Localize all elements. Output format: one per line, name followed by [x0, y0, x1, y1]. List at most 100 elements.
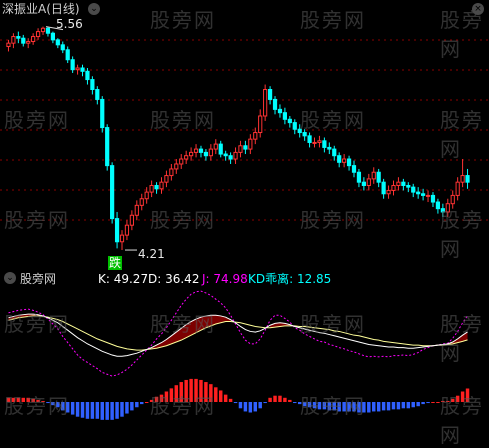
- chevron-down-icon[interactable]: ⌄: [88, 3, 100, 15]
- low-price-label: 4.21: [138, 247, 165, 261]
- candle: [248, 134, 253, 155]
- candle: [184, 150, 189, 164]
- watermark: 股旁网: [150, 394, 216, 418]
- price-chart[interactable]: [0, 0, 489, 268]
- candle: [322, 137, 327, 153]
- candle-body: [169, 168, 174, 177]
- d-line: [8, 315, 468, 351]
- candle-body: [342, 158, 347, 163]
- kd-bar: [115, 402, 119, 419]
- k-value: K: 49.27: [98, 272, 149, 286]
- candle: [154, 182, 159, 194]
- candle: [149, 180, 154, 198]
- kd-bar: [426, 402, 430, 404]
- candle: [327, 142, 332, 155]
- candle-body: [110, 165, 115, 220]
- candle: [465, 168, 470, 189]
- candle-body: [114, 218, 120, 243]
- candle: [11, 33, 16, 49]
- kd-bar: [218, 390, 223, 402]
- kd-bar: [120, 402, 124, 417]
- candle-body: [198, 148, 204, 153]
- candle: [282, 107, 287, 125]
- candle-body: [455, 181, 460, 196]
- candle: [317, 135, 322, 148]
- candle-body: [139, 198, 144, 206]
- candle-body: [327, 146, 332, 150]
- kd-bar: [421, 402, 425, 405]
- kd-bar: [223, 394, 228, 402]
- candle-body: [193, 148, 199, 153]
- candle-body: [179, 158, 184, 165]
- candle-body: [40, 27, 46, 33]
- watermark: 股旁网: [300, 394, 366, 418]
- candle: [386, 185, 391, 199]
- kd-bar: [70, 402, 75, 415]
- candle-body: [124, 224, 130, 236]
- candle-body: [312, 141, 317, 144]
- candle: [6, 39, 11, 52]
- candle: [110, 162, 115, 224]
- watermark: 股旁网: [150, 208, 216, 232]
- indicator-chart[interactable]: [0, 270, 489, 422]
- candle: [179, 154, 184, 169]
- candle-body: [11, 36, 16, 44]
- candle-body: [154, 184, 159, 190]
- candle: [55, 38, 60, 49]
- candle: [85, 67, 90, 85]
- candle-body: [263, 89, 268, 117]
- candle: [50, 31, 55, 44]
- close-icon[interactable]: ×: [472, 3, 484, 15]
- kd-bar: [391, 402, 396, 410]
- candle: [16, 31, 21, 44]
- candle-body: [376, 171, 381, 183]
- k-line: [8, 313, 468, 357]
- candle: [332, 145, 337, 161]
- stock-title: 深振业A(日线): [2, 2, 80, 16]
- candle-body: [174, 163, 179, 170]
- kd-bar: [144, 402, 149, 403]
- candle-body: [16, 36, 21, 39]
- candle-body: [134, 204, 139, 216]
- candle: [396, 177, 401, 191]
- candle: [243, 140, 248, 155]
- candle-body: [416, 191, 421, 195]
- candle: [105, 124, 110, 171]
- candle-body: [164, 175, 169, 183]
- kd-bar: [372, 402, 376, 412]
- kd-bar: [75, 402, 80, 417]
- candle-body: [450, 194, 455, 205]
- candle-body: [411, 186, 416, 193]
- candle: [213, 139, 218, 155]
- candle-body: [208, 148, 213, 157]
- candle-body: [243, 145, 248, 150]
- candle: [60, 41, 65, 54]
- candle-body: [218, 143, 223, 155]
- candle: [361, 177, 366, 191]
- candle: [134, 200, 139, 221]
- candle: [351, 160, 357, 178]
- candle-body: [60, 44, 65, 51]
- watermark: 股旁网: [300, 208, 366, 232]
- kd-bar: [95, 402, 100, 419]
- chevron-down-icon[interactable]: ⌄: [4, 272, 16, 284]
- kd-bar: [367, 402, 371, 413]
- candle: [100, 96, 105, 133]
- candle: [455, 177, 460, 201]
- kd-bar: [401, 402, 406, 409]
- kd-bar: [386, 402, 391, 411]
- candle-body: [223, 153, 228, 157]
- j-line: [8, 290, 468, 377]
- candle-body: [35, 31, 41, 38]
- watermark: 股旁网: [440, 208, 484, 261]
- kd-bar: [135, 402, 139, 408]
- candle-body: [203, 151, 209, 157]
- kd-bar: [431, 402, 435, 403]
- candle-body: [396, 181, 401, 186]
- kd-bar: [273, 395, 277, 402]
- candle: [381, 178, 386, 199]
- candle: [35, 28, 41, 40]
- candle: [411, 183, 416, 198]
- kd-bar: [376, 402, 381, 412]
- candle: [425, 190, 431, 203]
